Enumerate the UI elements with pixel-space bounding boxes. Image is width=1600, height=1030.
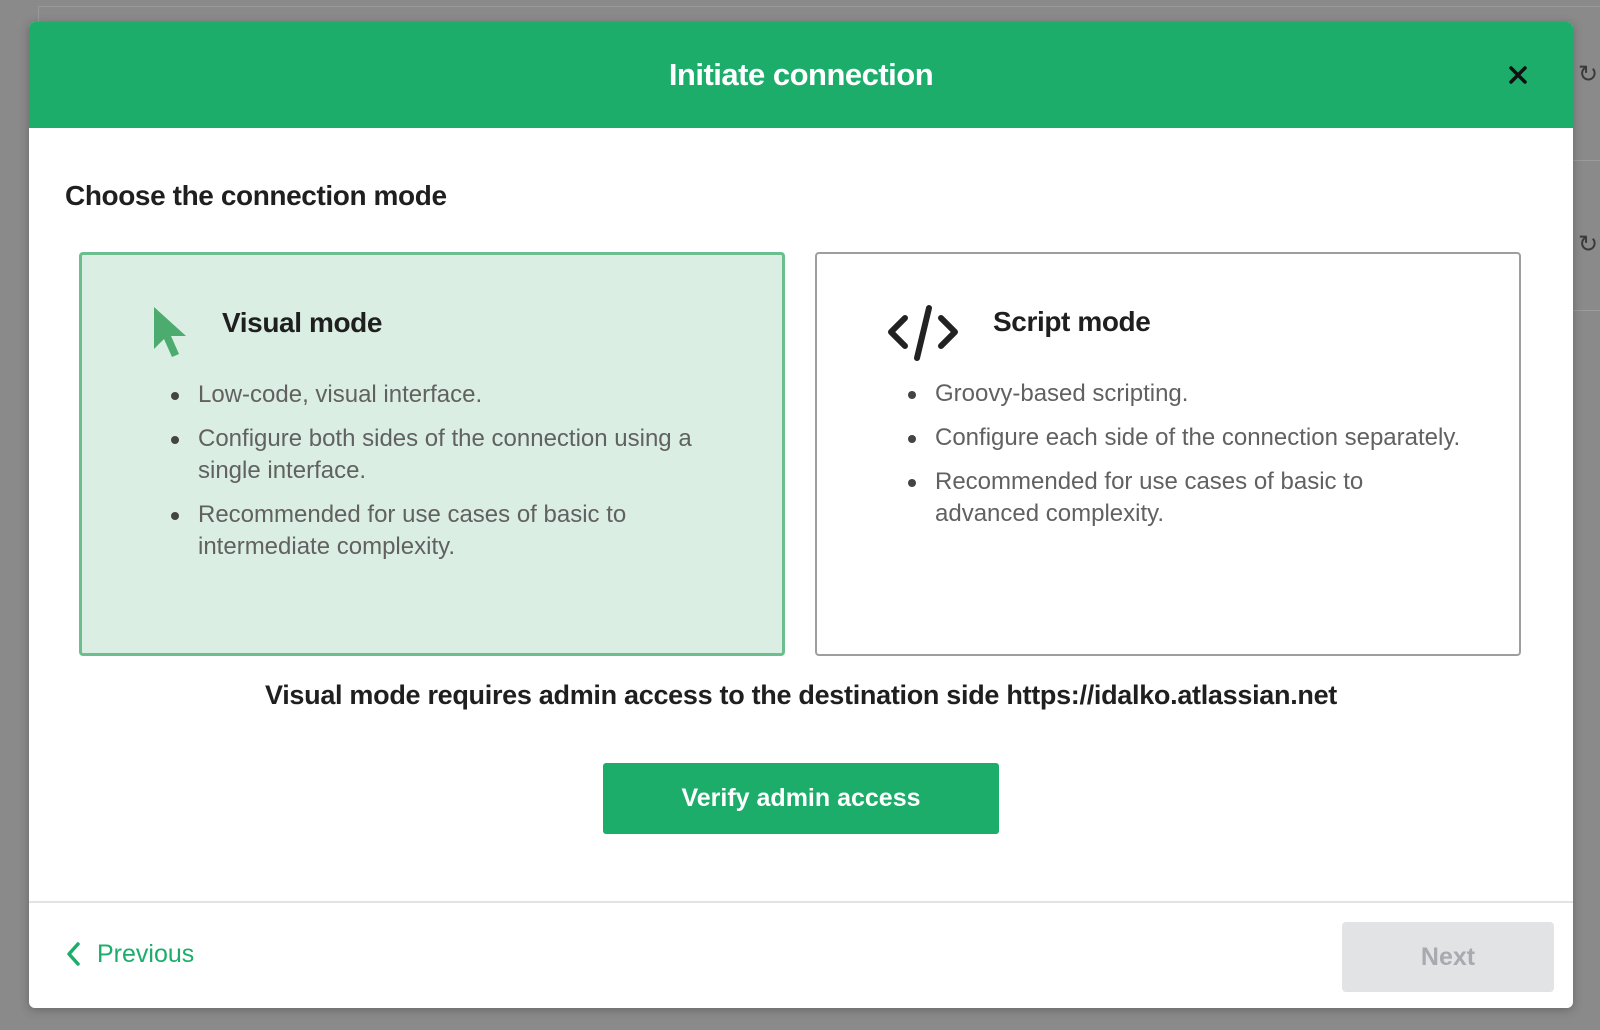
list-item: Configure both sides of the connection u… bbox=[168, 423, 728, 487]
list-item: Recommended for use cases of basic to ad… bbox=[905, 466, 1465, 530]
close-icon bbox=[1509, 66, 1527, 84]
footer-divider bbox=[29, 901, 1573, 903]
initiate-connection-modal: Initiate connection Choose the connectio… bbox=[29, 22, 1573, 1008]
list-item: Low-code, visual interface. bbox=[168, 379, 728, 411]
background-link-icon: ↻ bbox=[1578, 231, 1599, 258]
chevron-left-icon bbox=[67, 942, 80, 966]
card-title: Script mode bbox=[993, 306, 1151, 337]
admin-access-notice: Visual mode requires admin access to the… bbox=[264, 680, 1337, 710]
next-button[interactable]: Next bbox=[1342, 922, 1554, 992]
background-link-icon: ↻ bbox=[1578, 61, 1599, 88]
close-button[interactable] bbox=[1503, 60, 1533, 90]
visual-mode-card[interactable]: Visual mode Low-code, visual interface. … bbox=[79, 252, 785, 656]
previous-label: Previous bbox=[97, 939, 195, 968]
modal-title: Initiate connection bbox=[668, 57, 934, 92]
code-brackets-icon bbox=[887, 304, 959, 364]
list-item: Recommended for use cases of basic to in… bbox=[168, 499, 728, 563]
card-title: Visual mode bbox=[222, 307, 383, 338]
script-mode-card[interactable]: Script mode Groovy-based scripting. Conf… bbox=[815, 252, 1521, 656]
cursor-arrow-icon bbox=[148, 305, 220, 365]
feature-list: Groovy-based scripting. Configure each s… bbox=[905, 378, 1465, 542]
feature-list: Low-code, visual interface. Configure bo… bbox=[168, 379, 728, 575]
previous-button[interactable]: Previous bbox=[65, 936, 194, 972]
verify-admin-access-button[interactable]: Verify admin access bbox=[603, 763, 999, 834]
list-item: Configure each side of the connection se… bbox=[905, 422, 1465, 454]
modal-header: Initiate connection bbox=[29, 22, 1573, 128]
list-item: Groovy-based scripting. bbox=[905, 378, 1465, 410]
section-title: Choose the connection mode bbox=[65, 180, 447, 211]
